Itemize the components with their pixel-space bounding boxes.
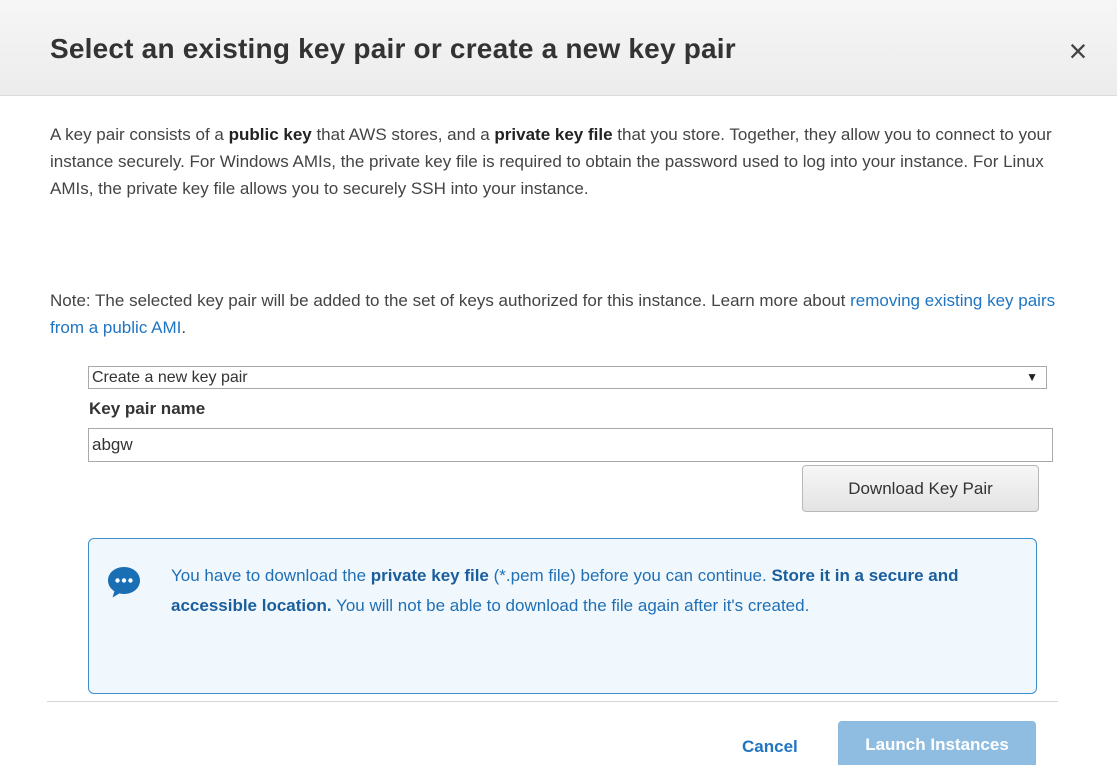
info-text: You will not be able to download the fil… (331, 596, 810, 615)
info-private-key-file: private key file (370, 566, 489, 585)
footer-divider (47, 701, 1058, 702)
note-end: . (181, 318, 187, 337)
cancel-button[interactable]: Cancel (742, 737, 798, 757)
key-pair-name-input[interactable] (88, 428, 1053, 462)
close-icon[interactable]: × (1058, 31, 1098, 71)
private-key-file-text: private key file (494, 125, 613, 144)
key-pair-dialog: Select an existing key pair or create a … (0, 0, 1117, 765)
info-message: You have to download the private key fil… (171, 561, 1021, 621)
key-pair-name-label: Key pair name (89, 399, 206, 418)
speech-bubble-icon (108, 567, 140, 598)
key-pair-select-value: Create a new key pair (92, 369, 248, 386)
download-key-pair-button[interactable]: Download Key Pair (802, 465, 1039, 512)
intro-text: that AWS stores, and a (311, 125, 495, 144)
info-text: (*.pem file) before you can continue. (488, 566, 772, 585)
public-key-text: public key (228, 125, 312, 144)
dialog-title: Select an existing key pair or create a … (50, 33, 736, 64)
info-alert: You have to download the private key fil… (88, 538, 1037, 694)
dropdown-arrow-icon: ▼ (1026, 370, 1038, 384)
key-pair-select[interactable]: Create a new key pair ▼ (88, 366, 1047, 389)
note-paragraph: Note: The selected key pair will be adde… (50, 287, 1075, 341)
intro-paragraph: A key pair consists of a public key that… (50, 121, 1075, 202)
dialog-header: Select an existing key pair or create a … (0, 0, 1117, 96)
intro-text: A key pair consists of a (50, 125, 229, 144)
note-text: Note: The selected key pair will be adde… (50, 291, 851, 310)
launch-instances-button[interactable]: Launch Instances (838, 721, 1036, 765)
info-text: You have to download the (171, 566, 371, 585)
